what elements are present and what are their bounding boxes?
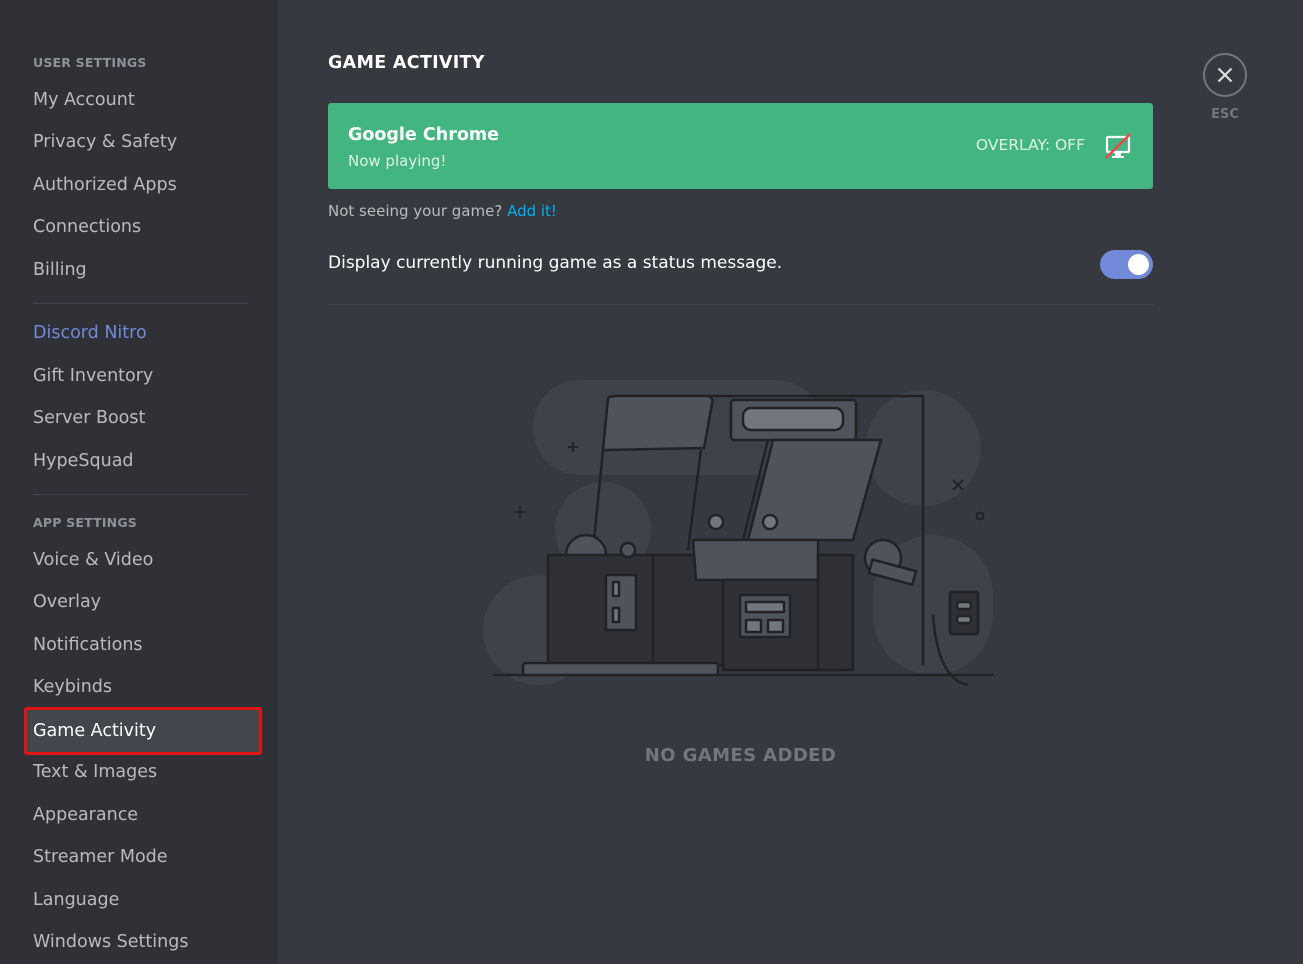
empty-state-label: NO GAMES ADDED xyxy=(644,745,837,766)
section-divider xyxy=(328,304,1153,305)
sidebar-item-game-activity[interactable]: Game Activity xyxy=(24,707,262,755)
sidebar-separator xyxy=(33,303,248,304)
app-settings-header: APP SETTINGS xyxy=(33,515,138,530)
add-game-hint: Not seeing your game? Add it! xyxy=(328,202,557,220)
sidebar-item-keybinds[interactable]: Keybinds xyxy=(24,668,249,706)
sidebar-item-notifications[interactable]: Notifications xyxy=(24,626,249,664)
status-message-toggle[interactable] xyxy=(1100,250,1153,279)
esc-label: ESC xyxy=(1211,107,1239,122)
game-status: Now playing! xyxy=(348,152,447,170)
close-button[interactable] xyxy=(1203,53,1247,97)
page-title: GAME ACTIVITY xyxy=(328,53,485,73)
toggle-knob xyxy=(1128,254,1149,275)
sidebar-item-text-images[interactable]: Text & Images xyxy=(24,753,249,791)
sidebar-item-streamer-mode[interactable]: Streamer Mode xyxy=(24,838,249,876)
sidebar-item-server-boost[interactable]: Server Boost xyxy=(24,399,249,437)
game-name: Google Chrome xyxy=(348,125,499,145)
sidebar-item-billing[interactable]: Billing xyxy=(24,251,249,289)
sidebar-item-my-account[interactable]: My Account xyxy=(24,81,249,119)
add-game-link[interactable]: Add it! xyxy=(507,202,557,220)
sidebar-item-windows-settings[interactable]: Windows Settings xyxy=(24,923,249,961)
sidebar-separator xyxy=(33,494,248,495)
settings-sidebar: USER SETTINGS My Account Privacy & Safet… xyxy=(0,0,278,964)
status-message-toggle-label: Display currently running game as a stat… xyxy=(328,253,783,273)
overlay-status-label: OVERLAY: OFF xyxy=(975,136,1085,154)
now-playing-card: Google Chrome Now playing! OVERLAY: OFF xyxy=(328,103,1153,189)
sidebar-item-privacy-safety[interactable]: Privacy & Safety xyxy=(24,123,249,161)
sidebar-item-appearance[interactable]: Appearance xyxy=(24,796,249,834)
hint-text: Not seeing your game? xyxy=(328,202,503,220)
sidebar-item-overlay[interactable]: Overlay xyxy=(24,583,249,621)
sidebar-item-connections[interactable]: Connections xyxy=(24,208,249,246)
sidebar-item-authorized-apps[interactable]: Authorized Apps xyxy=(24,166,249,204)
arcade-cabinet-illustration xyxy=(483,380,993,687)
sidebar-item-language[interactable]: Language xyxy=(24,881,249,919)
sidebar-item-hypesquad[interactable]: HypeSquad xyxy=(24,442,249,480)
close-icon xyxy=(1217,67,1233,83)
user-settings-header: USER SETTINGS xyxy=(33,55,147,70)
sidebar-item-voice-video[interactable]: Voice & Video xyxy=(24,541,249,579)
sidebar-item-discord-nitro[interactable]: Discord Nitro xyxy=(24,314,249,352)
sidebar-item-gift-inventory[interactable]: Gift Inventory xyxy=(24,357,249,395)
monitor-off-icon[interactable] xyxy=(1103,131,1133,161)
content-area: GAME ACTIVITY Google Chrome Now playing!… xyxy=(278,0,1303,964)
